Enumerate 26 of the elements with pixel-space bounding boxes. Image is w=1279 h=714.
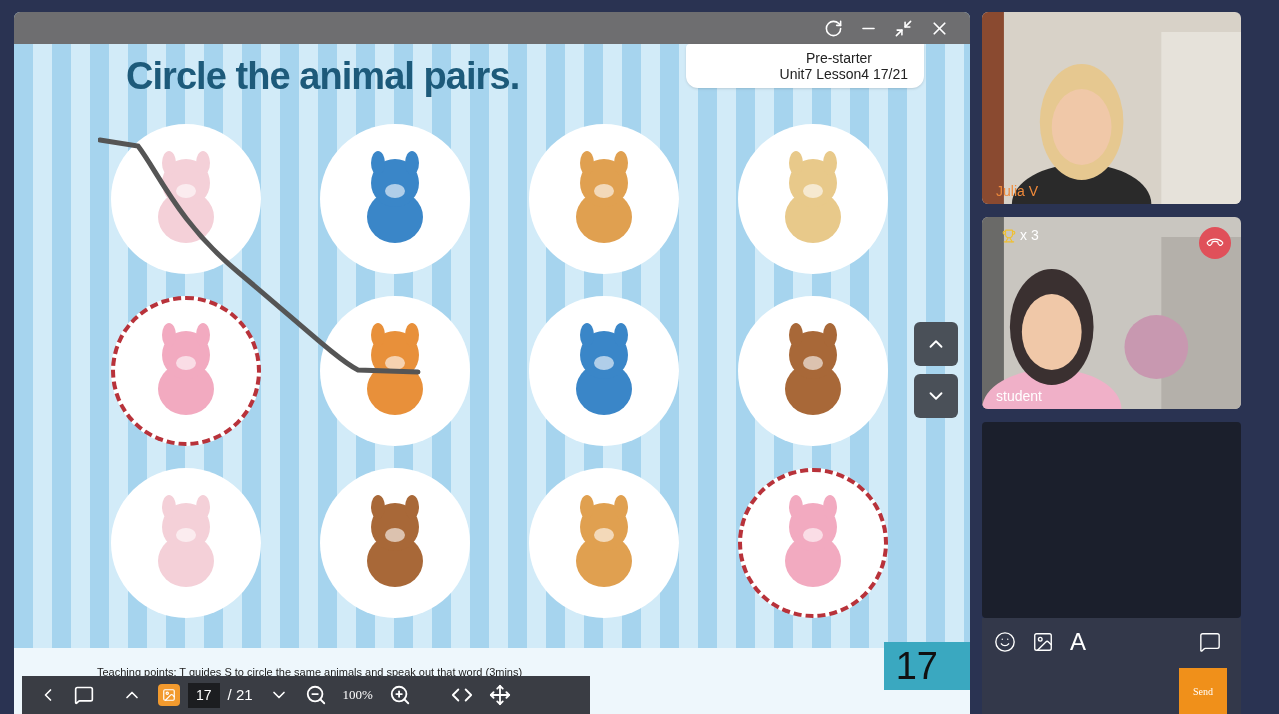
zoom-out-icon[interactable] [304,684,327,706]
page-input[interactable]: 17 [188,682,220,708]
emoji-icon[interactable] [994,631,1016,653]
picture-icon [162,688,176,702]
level-label: Pre-starter [805,50,873,66]
zoom-level: 100% [342,686,373,705]
thumbnail-icon[interactable] [158,684,180,706]
page-down-button[interactable] [914,374,958,418]
trophy-count: x 3 [1020,226,1039,245]
trophy-icon [1002,228,1016,243]
refresh-icon[interactable] [824,18,843,38]
participant-name: student [996,387,1042,406]
teaching-points: Teaching points: T guides S to circle the same animals and speak out that word (3mins) [97,665,523,680]
page-up-button[interactable] [914,322,958,366]
shrink-icon[interactable] [894,18,913,38]
slide-title: Circle the animal pairs. [126,54,520,99]
participant-name: Julia V [996,182,1039,201]
notes-icon[interactable] [74,685,94,705]
page-total: / 21 [227,684,253,705]
move-icon[interactable] [488,684,511,706]
page-number-tag: 17 [883,642,970,690]
message-icon[interactable] [1199,631,1221,653]
zoom-in-icon[interactable] [388,684,411,706]
font-button[interactable]: A [1070,630,1086,654]
image-icon[interactable] [1032,631,1054,653]
lesson-label: Unit7 Lesson4 17/21 [779,66,908,82]
